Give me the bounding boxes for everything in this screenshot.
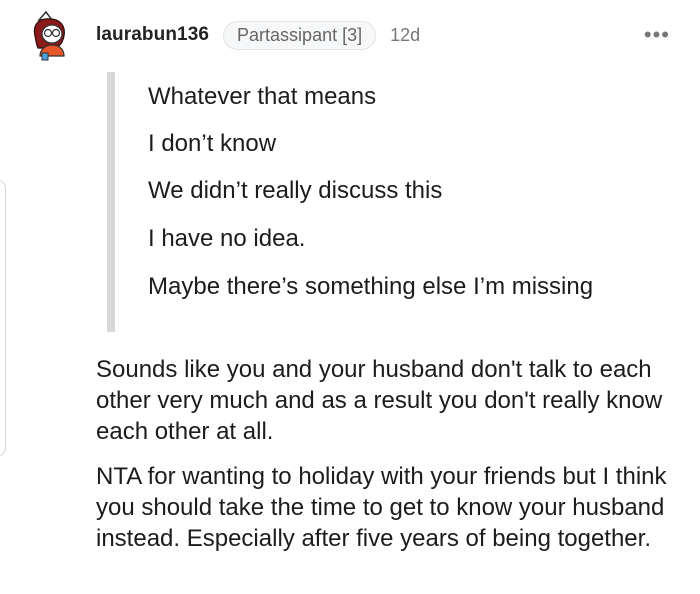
thread-line[interactable] xyxy=(0,180,6,456)
username-link[interactable]: laurabun136 xyxy=(96,24,209,46)
avatar-icon xyxy=(33,10,65,61)
quote-line: I have no idea. xyxy=(148,225,306,252)
quote-line: We didn’t really discuss this xyxy=(148,177,443,204)
quote-line: Maybe there’s something else I’m missing xyxy=(148,273,594,300)
more-options-icon[interactable]: ••• xyxy=(644,22,670,48)
comment-paragraph: Sounds like you and your husband don't t… xyxy=(96,356,663,445)
quote-line: Whatever that means xyxy=(148,83,377,110)
comment-header: laurabun136 Partassipant [3] 12d xyxy=(96,18,420,52)
comment-age[interactable]: 12d xyxy=(390,25,420,46)
comment-paragraph: NTA for wanting to holiday with your fri… xyxy=(96,463,667,552)
avatar[interactable] xyxy=(22,8,78,64)
user-flair-badge: Partassipant [3] xyxy=(223,20,377,50)
blockquote: Whatever that means I don’t know We didn… xyxy=(107,72,647,332)
comment: laurabun136 Partassipant [3] 12d ••• Wha… xyxy=(0,0,700,594)
quote-line: I don’t know xyxy=(148,130,277,157)
